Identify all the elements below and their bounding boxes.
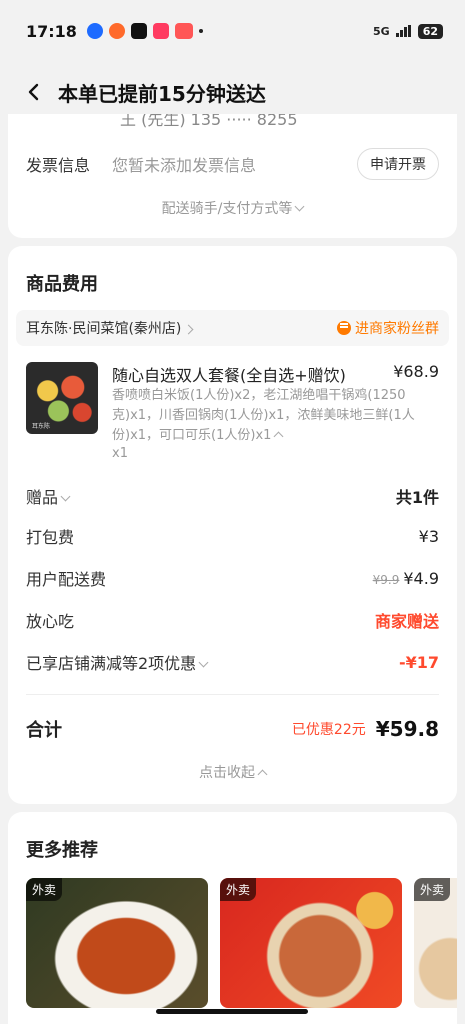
more-details-link[interactable]: 配送骑手/支付方式等: [8, 198, 457, 218]
total-label: 合计: [26, 720, 62, 741]
chevron-down-icon: [198, 657, 209, 668]
apply-invoice-button[interactable]: 申请开票: [357, 148, 439, 180]
gift-row[interactable]: 赠品 共1件: [26, 484, 439, 508]
notification-icons: [86, 23, 203, 39]
chevron-right-icon: [183, 324, 194, 335]
recommend-title: 更多推荐: [26, 840, 98, 861]
delivery-original-price: ¥9.9: [372, 572, 400, 587]
recommend-card: 更多推荐 外卖 外卖 外卖: [8, 812, 457, 1024]
chevron-up-icon[interactable]: [273, 431, 284, 442]
discount-label-text: 已享店铺满减等2项优惠: [26, 654, 197, 673]
app-notification-icon: [130, 23, 147, 39]
battery-icon: 62: [417, 23, 443, 39]
order-item[interactable]: 耳东陈 随心自选双人套餐(全自选+赠饮) ¥68.9 香喷喷白米饭(1人份)x2…: [26, 362, 439, 462]
delivery-tag: 外卖: [414, 878, 451, 901]
gift-value: 共1件: [395, 488, 439, 507]
invoice-label: 发票信息: [26, 156, 91, 175]
invoice-row: 发票信息 您暂未添加发票信息 申请开票: [26, 148, 439, 180]
chevron-down-icon: [294, 201, 305, 212]
collapse-label: 点击收起: [199, 765, 255, 781]
signal-bars-icon: [395, 25, 411, 37]
status-time: 17:18: [26, 21, 77, 41]
shop-name-link[interactable]: 耳东陈·民间菜馆(秦州店): [26, 318, 194, 338]
total-row: 合计 已优惠22元 ¥59.8: [26, 716, 439, 742]
delivery-price: ¥4.9: [403, 568, 439, 588]
more-details-label: 配送骑手/支付方式等: [161, 201, 293, 217]
recommend-item[interactable]: 外卖: [26, 878, 208, 1008]
invoice-value: 您暂未添加发票信息: [112, 156, 257, 175]
more-notifications-icon: [198, 29, 203, 33]
recipient-info: 王 (先生) 135 ····· 8255: [120, 114, 298, 129]
shop-name: 耳东陈·民间菜馆(秦州店): [26, 321, 182, 337]
join-fan-group-button[interactable]: 进商家粉丝群: [337, 318, 439, 338]
assurance-value: 商家赠送: [374, 612, 439, 631]
delivery-fee-label: 用户配送费: [26, 570, 107, 589]
chat-icon: [337, 321, 351, 335]
chevron-down-icon: [60, 491, 71, 502]
signal-icon: 5G: [373, 24, 390, 38]
back-icon[interactable]: [24, 82, 44, 102]
item-price: ¥68.9: [393, 362, 439, 381]
recommend-item[interactable]: 外卖: [220, 878, 402, 1008]
delivery-fee-value: ¥9.9 ¥4.9: [373, 569, 439, 588]
divider: [26, 694, 439, 695]
delivery-fee-row: 用户配送费 ¥9.9 ¥4.9: [26, 566, 439, 590]
app-notification-icon: [152, 23, 169, 39]
gift-label-text: 赠品: [26, 488, 59, 507]
assurance-label: 放心吃: [26, 612, 75, 631]
fee-card: 商品费用 耳东陈·民间菜馆(秦州店) 进商家粉丝群 耳东陈 随心自选双人套餐(全…: [8, 246, 457, 804]
packing-fee-row: 打包费 ¥3: [26, 524, 439, 548]
collapse-button[interactable]: 点击收起: [8, 762, 457, 782]
status-right: 5G 62: [373, 23, 443, 39]
status-bar: 17:18 5G 62: [0, 0, 465, 62]
item-name: 随心自选双人套餐(全自选+赠饮): [112, 366, 346, 385]
app-notification-icon: [86, 23, 103, 39]
delivery-tag: 外卖: [220, 878, 257, 901]
item-quantity: x1: [112, 446, 128, 461]
app-notification-icon: [174, 23, 193, 39]
discount-row[interactable]: 已享店铺满减等2项优惠 -¥17: [26, 650, 439, 674]
home-indicator[interactable]: [156, 1009, 308, 1014]
item-description-text: 香喷喷白米饭(1人份)x2，老江湖绝唱干锅鸡(1250克)x1，川香回锅肉(1人…: [112, 388, 415, 443]
discount-label: 已享店铺满减等2项优惠: [26, 650, 209, 674]
assurance-row: 放心吃 商家赠送: [26, 608, 439, 632]
join-fan-group-label: 进商家粉丝群: [355, 321, 439, 337]
page-header: 本单已提前15分钟送达: [0, 70, 465, 114]
app-notification-icon: [108, 23, 125, 39]
discount-value: -¥17: [398, 652, 439, 672]
chevron-up-icon: [257, 769, 268, 780]
item-description: 香喷喷白米饭(1人份)x2，老江湖绝唱干锅鸡(1250克)x1，川香回锅肉(1人…: [112, 386, 440, 446]
shop-bar: 耳东陈·民间菜馆(秦州店) 进商家粉丝群: [16, 310, 449, 346]
page-title: 本单已提前15分钟送达: [58, 81, 266, 106]
item-thumbnail: 耳东陈: [26, 362, 98, 434]
order-info-card: 王 (先生) 135 ····· 8255 发票信息 您暂未添加发票信息 申请开…: [8, 114, 457, 238]
gift-label: 赠品: [26, 484, 71, 508]
section-title: 商品费用: [26, 274, 98, 295]
total-saved: 已优惠22元: [291, 722, 366, 738]
total-amount: ¥59.8: [375, 717, 439, 741]
recommend-item[interactable]: 外卖: [414, 878, 457, 1008]
packing-fee-value: ¥3: [418, 526, 439, 546]
packing-fee-label: 打包费: [26, 528, 75, 547]
delivery-tag: 外卖: [26, 878, 63, 901]
thumb-caption: 耳东陈: [32, 423, 51, 430]
